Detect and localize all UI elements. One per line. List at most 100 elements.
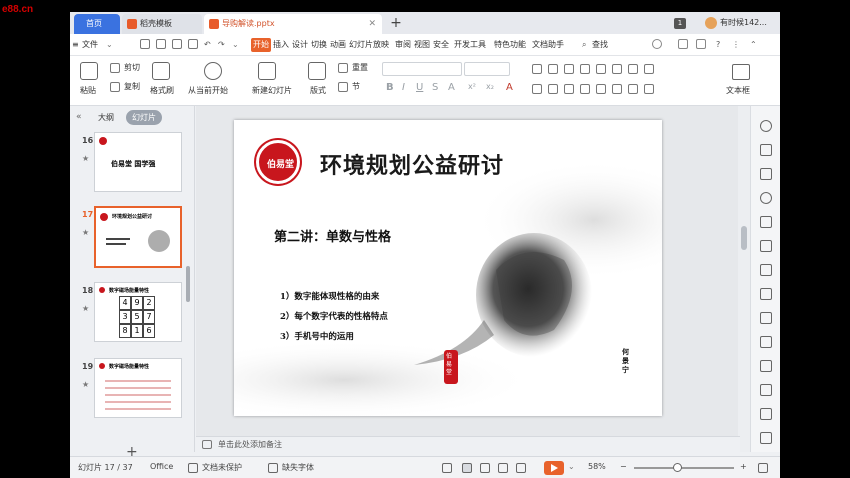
underline-button[interactable]: U (416, 82, 423, 93)
menu-slideshow[interactable]: 幻灯片放映 (349, 38, 389, 52)
slide-thumbnail-18[interactable]: 数字磁场能量特性 4 9 2 3 5 7 8 1 6 (94, 282, 182, 342)
align-right-icon[interactable] (564, 84, 574, 94)
table-icon[interactable] (760, 240, 772, 252)
subscript-button[interactable]: x₂ (486, 82, 494, 91)
bullet-item[interactable]: 3）手机号中的运用 (280, 330, 354, 342)
notes-bar[interactable]: 单击此处添加备注 (196, 436, 740, 452)
reset-button[interactable]: 重置 (352, 62, 368, 73)
redo-icon[interactable]: ↷ (218, 38, 225, 52)
play-from-current-icon[interactable] (204, 62, 222, 80)
paste-button[interactable]: 粘贴 (80, 85, 96, 96)
indent-decrease-icon[interactable] (564, 64, 574, 74)
font-color-button[interactable]: A (506, 82, 513, 93)
shapes-icon[interactable] (760, 168, 772, 180)
textbox-button[interactable]: 文本框 (726, 85, 750, 96)
menu-developer[interactable]: 开发工具 (454, 38, 486, 52)
reading-view-icon[interactable] (498, 463, 508, 473)
italic-button[interactable]: I (402, 82, 405, 93)
align-bottom-icon[interactable] (644, 84, 654, 94)
search-button[interactable]: 查找 (592, 38, 608, 52)
play-slideshow-button[interactable] (544, 461, 564, 475)
text-direction-icon[interactable] (612, 64, 622, 74)
tab-template[interactable]: 稻壳模板 (122, 14, 202, 34)
more-icon[interactable]: ⋮ (732, 38, 740, 52)
zoom-slider[interactable] (634, 467, 734, 469)
copy-button[interactable]: 复制 (124, 81, 140, 92)
new-slide-icon[interactable] (258, 62, 276, 80)
share-icon[interactable] (678, 39, 688, 49)
paragraph-icon[interactable] (644, 64, 654, 74)
slide-canvas[interactable]: 伯易堂 环境规划公益研讨 第二讲：单数与性格 1）数字能体现性格的由来 2）每个… (234, 120, 662, 416)
font-size-select[interactable] (464, 62, 510, 76)
section-button[interactable]: 节 (352, 81, 360, 92)
grid-icon[interactable] (760, 264, 772, 276)
cloud-sync-icon[interactable] (652, 39, 662, 49)
align-top-icon[interactable] (612, 84, 622, 94)
textbox-icon[interactable] (732, 64, 750, 80)
scissors-icon[interactable] (110, 63, 120, 73)
scrollbar-thumb[interactable] (741, 226, 747, 250)
location-icon[interactable] (760, 192, 772, 204)
align-middle-icon[interactable] (628, 84, 638, 94)
preview-icon[interactable] (188, 39, 198, 49)
chevron-down-icon[interactable]: ⌄ (232, 38, 239, 52)
columns-icon[interactable] (628, 64, 638, 74)
slide-thumbnail-19[interactable]: 数字磁场能量特性 (94, 358, 182, 418)
font-family-select[interactable] (382, 62, 462, 76)
menu-review[interactable]: 审阅 (395, 38, 411, 52)
comment-icon[interactable] (696, 39, 706, 49)
close-tab-icon[interactable]: ✕ (368, 14, 376, 34)
menu-file[interactable]: 文件 (82, 38, 98, 52)
slide-subtitle[interactable]: 第二讲：单数与性格 (274, 226, 391, 245)
inbox-icon[interactable] (760, 408, 772, 420)
tools-icon[interactable] (760, 384, 772, 396)
more-icon[interactable] (760, 432, 772, 444)
play-from-current-button[interactable]: 从当前开始 (188, 85, 228, 96)
zoom-out-button[interactable]: − (620, 462, 627, 471)
fill-icon[interactable] (760, 216, 772, 228)
slide-title[interactable]: 环境规划公益研讨 (320, 148, 504, 180)
text-effect-button[interactable]: A (448, 82, 455, 93)
align-center-icon[interactable] (548, 84, 558, 94)
missing-font-button[interactable]: 缺失字体 (282, 462, 314, 473)
notes-toggle-icon[interactable] (442, 463, 452, 473)
menu-security[interactable]: 安全 (433, 38, 449, 52)
paste-icon[interactable] (80, 62, 98, 80)
reset-icon[interactable] (338, 63, 348, 73)
menu-doc-assistant[interactable]: 文档助手 (532, 38, 564, 52)
bullet-item[interactable]: 2）每个数字代表的性格特点 (280, 310, 388, 322)
menu-design[interactable]: 设计 (292, 38, 308, 52)
search-icon[interactable]: ⌕ (582, 38, 586, 52)
superscript-button[interactable]: x² (468, 82, 476, 91)
chart-icon[interactable] (760, 288, 772, 300)
protection-status[interactable]: 文档未保护 (202, 462, 242, 473)
zoom-level[interactable]: 58% (588, 462, 606, 471)
slide-thumbnail-16[interactable]: 伯易堂 国学强 (94, 132, 182, 192)
menu-animation[interactable]: 动画 (330, 38, 346, 52)
zoom-slider-knob[interactable] (673, 463, 683, 472)
menu-transition[interactable]: 切换 (311, 38, 327, 52)
slide-thumbnail-17[interactable]: 环境规划公益研讨 (94, 206, 182, 268)
chevron-down-icon[interactable]: ⌄ (568, 462, 575, 471)
bullet-list-icon[interactable] (532, 64, 542, 74)
notes-view-icon[interactable] (516, 463, 526, 473)
zoom-in-button[interactable]: + (740, 462, 747, 471)
slide-sorter-icon[interactable] (480, 463, 490, 473)
save-icon[interactable] (140, 39, 150, 49)
user-name[interactable]: 有时候142... (720, 17, 767, 28)
layout-icon[interactable] (308, 62, 326, 80)
undo-icon[interactable]: ↶ (204, 38, 211, 52)
copy-icon[interactable] (760, 144, 772, 156)
tab-outline[interactable]: 大纲 (98, 112, 114, 123)
settings-sliders-icon[interactable] (760, 312, 772, 324)
bullet-item[interactable]: 1）数字能体现性格的由来 (280, 290, 379, 302)
menu-insert[interactable]: 插入 (273, 38, 289, 52)
tab-home[interactable]: 首页 (74, 14, 120, 34)
chevron-down-icon[interactable]: ⌄ (106, 38, 113, 52)
normal-view-icon[interactable] (462, 463, 472, 473)
align-left-icon[interactable] (532, 84, 542, 94)
format-painter-icon[interactable] (152, 62, 170, 80)
strikethrough-button[interactable]: S (432, 82, 438, 93)
cut-button[interactable]: 剪切 (124, 62, 140, 73)
layout-button[interactable]: 版式 (310, 85, 326, 96)
